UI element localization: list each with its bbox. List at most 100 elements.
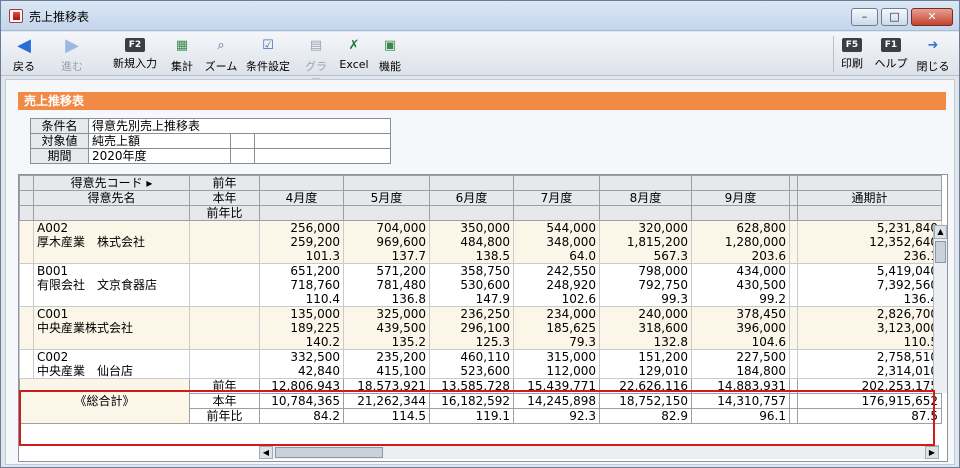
toolbar-separator [833, 36, 834, 72]
graph-button[interactable]: ▤ グラフ [301, 34, 331, 89]
row-kind-cell [189, 292, 260, 307]
value-cell: 430,500 [691, 278, 790, 292]
function-button[interactable]: ▣ 機能 [375, 34, 405, 74]
customer-cell [33, 335, 190, 350]
close-window-button[interactable]: ✕ [911, 8, 953, 26]
gap-cell [789, 278, 798, 292]
ratio-header: 前年比 [189, 205, 260, 221]
excel-button[interactable]: ✗ Excel [337, 34, 371, 74]
grand-total-value: 15,439,771 [513, 378, 600, 394]
forward-button[interactable]: ▶ 進む [53, 34, 91, 74]
new-entry-label: 新規入力 [113, 57, 157, 70]
scroll-thumb[interactable] [275, 447, 383, 458]
function-icon: ▣ [383, 38, 397, 53]
grand-total-value: 16,182,592 [429, 393, 514, 409]
scroll-right-icon[interactable]: ▶ [925, 446, 939, 459]
customer-name: 厚木産業 株式会社 [33, 235, 190, 249]
horizontal-scrollbar[interactable]: ◀ ▶ [259, 445, 939, 459]
period-label: 期間 [30, 148, 89, 164]
grand-total-value: 14,310,757 [691, 393, 790, 409]
value-cell: 348,000 [513, 235, 600, 249]
value-cell: 234,000 [513, 306, 600, 321]
month-header [343, 175, 430, 191]
toolbar: ◀ 戻る ▶ 進む F2 新規入力 ▦ 集計 ⌕ ズーム ☑ 条件設定 ▤ グラ… [1, 32, 959, 89]
value-cell: 101.3 [259, 249, 344, 264]
grand-total-value: 84.2 [259, 408, 344, 424]
value-cell: 325,000 [343, 306, 430, 321]
value-cell: 184,800 [691, 364, 790, 379]
total-button[interactable]: ▦ 集計 [167, 34, 197, 74]
scroll-thumb[interactable] [935, 241, 946, 263]
value-cell: 350,000 [429, 220, 514, 235]
value-cell: 99.3 [599, 292, 692, 307]
value-cell: 358,750 [429, 263, 514, 278]
annual-total-cell: 3,123,000 [797, 321, 942, 335]
zoom-button[interactable]: ⌕ ズーム [203, 34, 239, 74]
grand-total-value: 82.9 [599, 408, 692, 424]
condition-button[interactable]: ☑ 条件設定 [243, 34, 293, 74]
row-marker-cell [19, 235, 34, 249]
target-label: 対象値 [30, 133, 89, 149]
scroll-up-icon[interactable]: ▲ [934, 225, 947, 239]
value-cell: 138.5 [429, 249, 514, 264]
value-cell: 396,000 [691, 321, 790, 335]
table-row[interactable]: 101.3 137.7 138.5 64.0 567.3 203.6 236.1 [19, 249, 942, 264]
customer-cell [33, 249, 190, 264]
table-row[interactable]: A002 256,000 704,000 350,000 544,000 320,000 6… [19, 220, 942, 235]
annual-total-cell: 12,352,640 [797, 235, 942, 249]
annual-total-cell: 2,314,010 [797, 364, 942, 379]
header-cell [343, 205, 430, 221]
value-cell: 318,600 [599, 321, 692, 335]
row-header-cell [19, 175, 34, 191]
row-marker-cell [19, 278, 34, 292]
minimize-button[interactable]: – [851, 8, 878, 26]
value-cell: 571,200 [343, 263, 430, 278]
sales-grid: 得意先コード ▸ 前年 得意先名 本年 4月度 5月度 6月度 7月度 8月度 … [18, 174, 948, 462]
row-kind-cell [189, 364, 260, 379]
table-row[interactable]: 中央産業株式会社 189,225 439,500 296,100 185,625 318,… [19, 321, 942, 335]
maximize-button[interactable]: □ [881, 8, 908, 26]
value-cell: 185,625 [513, 321, 600, 335]
value-cell: 523,600 [429, 364, 514, 379]
row-kind-label: 本年 [189, 393, 260, 409]
calculator-icon: ▦ [175, 38, 189, 53]
print-button[interactable]: F5 印刷 [837, 34, 867, 74]
table-row[interactable]: 有限会社 文京食器店 718,760 781,480 530,600 248,920 79… [19, 278, 942, 292]
gap-cell [789, 175, 798, 191]
header-row: 得意先名 本年 4月度 5月度 6月度 7月度 8月度 9月度 通期計 [19, 190, 942, 206]
table-row[interactable]: C002 332,500 235,200 460,110 315,000 151,200 2… [19, 349, 942, 364]
value-cell: 104.6 [691, 335, 790, 350]
annual-total-cell: 7,392,560 [797, 278, 942, 292]
table-row[interactable]: 140.2 135.2 125.3 79.3 132.8 104.6 110.5 [19, 335, 942, 350]
customer-name-header: 得意先名 [33, 190, 190, 206]
help-button[interactable]: F1 ヘルプ [873, 34, 909, 74]
grand-total-value: 22,626,116 [599, 378, 692, 394]
table-row[interactable]: 厚木産業 株式会社 259,200 969,600 484,800 348,000 1,8… [19, 235, 942, 249]
customer-code-header[interactable]: 得意先コード ▸ [33, 175, 190, 191]
value-cell: 530,600 [429, 278, 514, 292]
condition-table: 条件名 得意先別売上推移表 対象値 純売上額 期間 2020年度 [30, 118, 391, 164]
table-row[interactable]: B001 651,200 571,200 358,750 242,550 798,000 4… [19, 263, 942, 278]
back-label: 戻る [13, 60, 35, 73]
table-row[interactable]: 中央産業 仙台店 42,840 415,100 523,600 112,000 129,0… [19, 364, 942, 379]
forward-label: 進む [61, 60, 83, 73]
value-cell: 137.7 [343, 249, 430, 264]
close-button[interactable]: ➜ 閉じる [913, 34, 953, 74]
value-cell: 248,920 [513, 278, 600, 292]
value-cell: 125.3 [429, 335, 514, 350]
value-cell: 189,225 [259, 321, 344, 335]
table-row[interactable]: C001 135,000 325,000 236,250 234,000 240,000 3… [19, 306, 942, 321]
back-button[interactable]: ◀ 戻る [7, 34, 41, 74]
vertical-scrollbar[interactable]: ▲ [933, 225, 947, 393]
month-header [429, 175, 514, 191]
target-value: 純売上額 [88, 133, 231, 149]
table-row[interactable]: 110.4 136.8 147.9 102.6 99.3 99.2 136.4 [19, 292, 942, 307]
content-area: 売上推移表 条件名 得意先別売上推移表 対象値 純売上額 期間 2020年度 得… [5, 79, 955, 465]
value-cell: 315,000 [513, 349, 600, 364]
new-entry-button[interactable]: F2 新規入力 [109, 34, 161, 74]
row-header-cell [19, 190, 34, 206]
checklist-icon: ☑ [262, 38, 274, 53]
value-cell: 147.9 [429, 292, 514, 307]
scroll-left-icon[interactable]: ◀ [259, 446, 273, 459]
value-cell: 203.6 [691, 249, 790, 264]
